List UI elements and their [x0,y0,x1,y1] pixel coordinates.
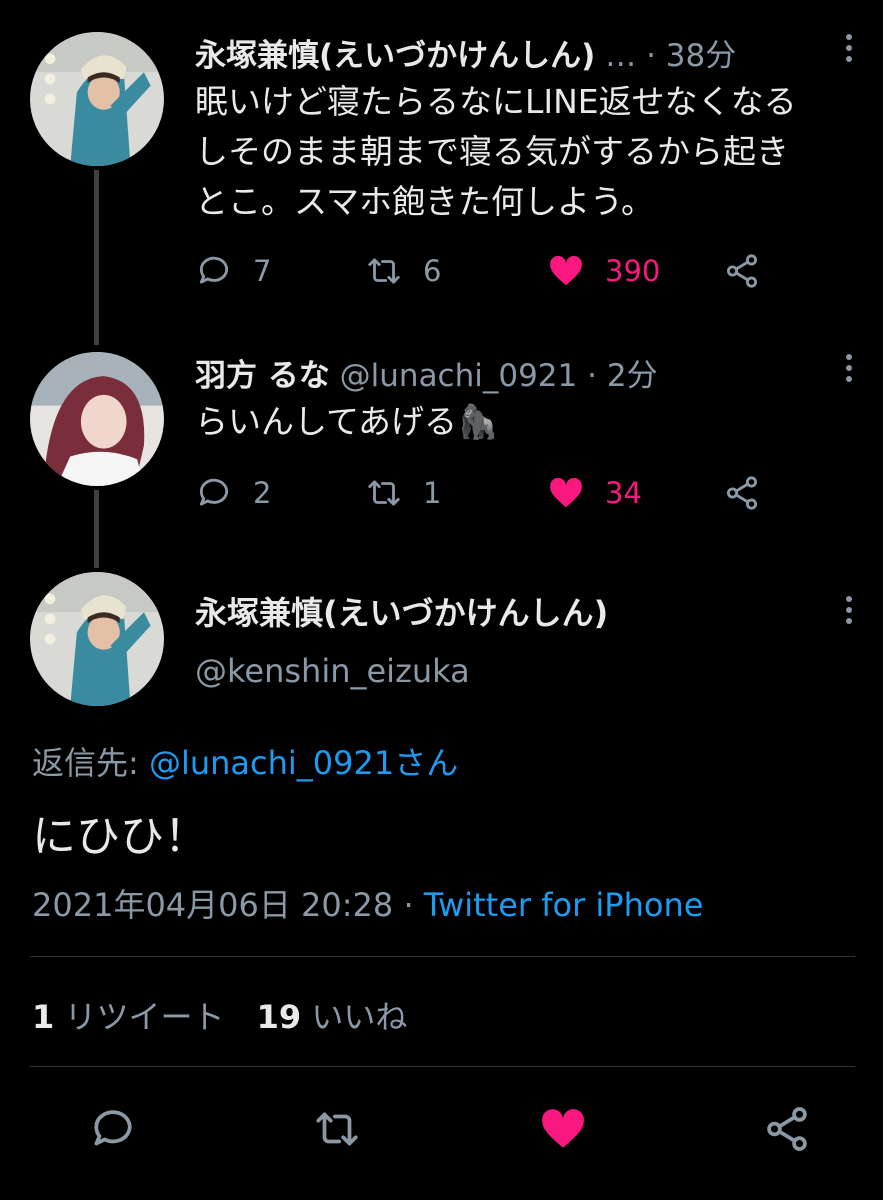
divider [30,956,855,957]
retweet-label: リツイート [64,998,225,1036]
retweet-icon [368,480,400,506]
reply-button[interactable]: 7 [195,246,271,296]
tweet-text-line: らいんしてあげる🦍 [195,402,499,441]
retweet-icon [368,258,400,284]
share-icon [726,476,758,510]
avatar[interactable] [30,32,164,166]
share-icon [726,254,758,288]
heart-icon [550,477,582,508]
retweet-count: 6 [423,254,442,288]
main-display-name[interactable]: 永塚兼慎(えいづかけんしん) [195,588,608,634]
truncation-ellipsis: … [605,38,637,74]
avatar-image [30,32,164,166]
timestamp[interactable]: 38分 [666,38,736,74]
like-count: 34 [605,476,642,510]
avatar-image [30,352,164,486]
separator: · [646,38,656,74]
tweet-actions: 2 1 34 [195,468,775,518]
tweet-header: 永塚兼慎(えいづかけんしん) … · 38分 [195,30,736,75]
engagement-stats: 1 リツイート 19 いいね [32,992,407,1038]
heart-icon [550,255,582,286]
like-button[interactable]: 34 [547,468,642,518]
retweet-icon[interactable] [312,1104,362,1154]
thread-connector [94,490,99,568]
heart-icon[interactable] [538,1104,588,1154]
share-icon[interactable] [762,1104,812,1154]
likes-stat[interactable]: 19 いいね [257,998,408,1036]
tweet-text: らいんしてあげる🦍 [195,397,865,447]
reply-to-label: 返信先: [32,744,139,782]
tweet-text: 眠いけど寝たらるなにLINE返せなくなる しそのまま朝まで寝る気がするから起き … [195,77,865,227]
tweet-actions: 7 6 390 [195,246,775,296]
retweet-count: 1 [423,476,442,510]
more-vertical-icon[interactable] [844,354,854,390]
main-user-handle[interactable]: @kenshin_eizuka [195,652,470,690]
thread-connector [94,170,99,345]
tweet-header: 羽方 るな @lunachi_0921 · 2分 [195,350,658,395]
more-vertical-icon[interactable] [844,596,854,632]
like-total: 19 [256,998,302,1036]
like-count: 390 [605,254,661,288]
avatar[interactable] [30,352,164,486]
reply-icon [199,256,229,284]
user-handle[interactable]: @lunachi_0921 [340,358,578,394]
source-link[interactable]: Twitter for iPhone [424,886,704,924]
more-vertical-icon[interactable] [844,34,854,70]
tweet-text-line: とこ。スマホ飽きた何しよう。 [195,182,655,221]
avatar[interactable] [30,572,164,706]
reply-icon [199,478,229,506]
main-actions [0,1100,883,1160]
avatar-image [30,572,164,706]
display-name[interactable]: 永塚兼慎(えいづかけんしん) [195,594,608,632]
like-button[interactable]: 390 [547,246,660,296]
tweet-text-line: 眠いけど寝たらるなにLINE返せなくなる [195,82,797,121]
separator: · [587,358,597,394]
reply-icon[interactable] [88,1104,138,1154]
retweets-stat[interactable]: 1 リツイート [32,998,235,1036]
retweet-button[interactable]: 1 [365,468,441,518]
separator: · [403,886,414,924]
share-button[interactable] [723,246,761,296]
timestamp[interactable]: 2分 [607,358,658,394]
tweet-text-line: しそのまま朝まで寝る気がするから起き [195,132,789,171]
main-tweet-text: にひひ！ [32,811,208,862]
retweet-total: 1 [32,998,55,1036]
retweet-button[interactable]: 6 [365,246,441,296]
share-button[interactable] [723,468,761,518]
reply-to-user-link[interactable]: @lunachi_0921さん [149,744,458,782]
display-name[interactable]: 羽方 るな [195,358,330,394]
display-name[interactable]: 永塚兼慎(えいづかけんしん) [195,38,595,74]
timestamp[interactable]: 2021年04月06日 20:28 [32,886,393,924]
reply-button[interactable]: 2 [195,468,271,518]
reply-count: 2 [253,476,272,510]
tweet-meta: 2021年04月06日 20:28 · Twitter for iPhone [32,880,703,926]
divider [30,1066,855,1067]
like-label: いいね [311,998,408,1036]
reply-count: 7 [253,254,272,288]
reply-to: 返信先: @lunachi_0921さん [32,738,458,784]
